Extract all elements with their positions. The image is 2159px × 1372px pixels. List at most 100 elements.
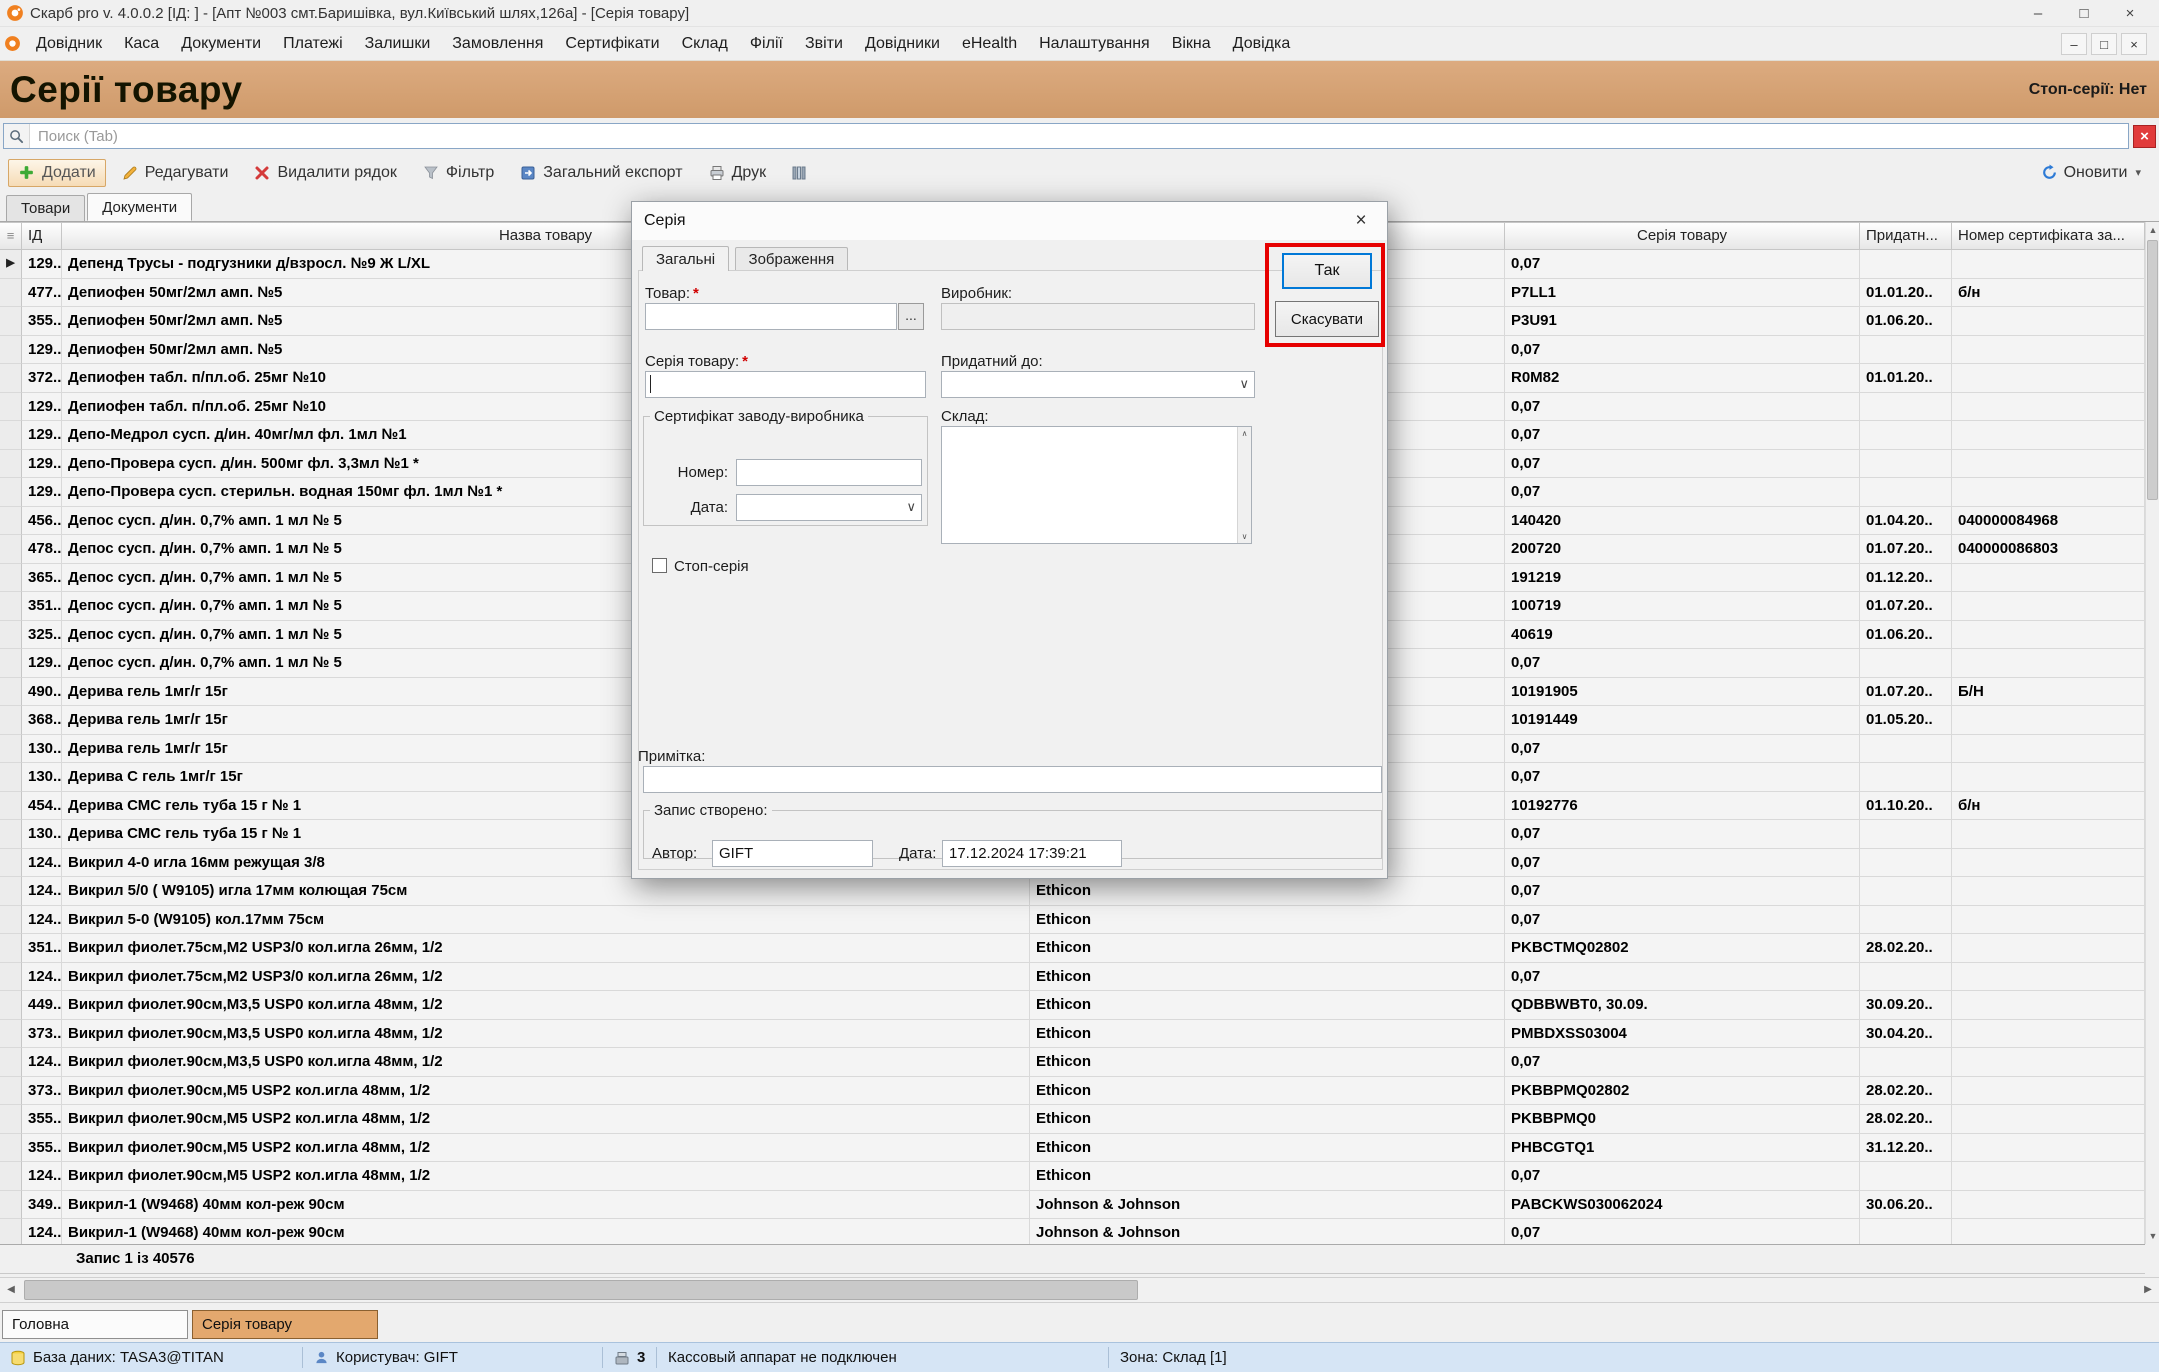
view-tab-0[interactable]: Товари (6, 195, 85, 221)
product-browse-button[interactable]: ... (898, 303, 924, 330)
table-row[interactable]: 355..Викрил фиолет.90см,М5 USP2 кол.игла… (0, 1105, 2145, 1134)
menu-item-2[interactable]: Документи (170, 27, 272, 60)
menu-item-3[interactable]: Платежі (272, 27, 354, 60)
menu-item-6[interactable]: Сертифікати (554, 27, 670, 60)
close-icon[interactable]: × (2107, 5, 2153, 22)
created-group: Запис створено: Автор: Дата: (643, 802, 1382, 859)
cell: 0,07 (1505, 906, 1860, 935)
scroll-up-icon[interactable]: ∧ (1238, 429, 1251, 438)
cell (1952, 1020, 2145, 1049)
vertical-scroll-thumb[interactable] (2147, 240, 2158, 500)
print-button[interactable]: Друк (699, 159, 777, 187)
cell: 477.. (22, 279, 62, 308)
refresh-icon (2041, 164, 2058, 181)
manufacturer-input[interactable] (941, 303, 1255, 330)
scroll-left-icon[interactable]: ◀ (0, 1278, 22, 1302)
column-header-1[interactable]: ІД (22, 223, 62, 249)
ok-button[interactable]: Так (1282, 253, 1372, 289)
mdi-close-icon[interactable]: × (2121, 33, 2147, 55)
scroll-down-icon[interactable]: ∨ (1238, 532, 1251, 541)
column-header-0[interactable]: ≡ (0, 223, 22, 249)
bottom-tab-1[interactable]: Серія товару (192, 1310, 378, 1339)
series-input[interactable] (645, 371, 926, 398)
cell: Ethicon (1030, 1077, 1505, 1106)
menu-item-7[interactable]: Склад (671, 27, 739, 60)
created-date-input[interactable] (942, 840, 1122, 867)
menu-item-10[interactable]: Довідники (854, 27, 951, 60)
column-header-6[interactable]: Номер сертифіката за... (1952, 223, 2145, 249)
menu-item-9[interactable]: Звіти (794, 27, 854, 60)
minimize-icon[interactable]: – (2015, 5, 2061, 22)
cert-number-input[interactable] (736, 459, 922, 486)
edit-button[interactable]: Редагувати (112, 159, 239, 187)
menu-item-12[interactable]: Налаштування (1028, 27, 1161, 60)
status-separator (1108, 1347, 1109, 1368)
table-row[interactable]: 124..Викрил-1 (W9468) 40мм кол-реж 90смJ… (0, 1219, 2145, 1244)
scroll-right-icon[interactable]: ▶ (2137, 1278, 2159, 1302)
add-button[interactable]: Додати (8, 159, 106, 187)
cancel-button[interactable]: Скасувати (1275, 301, 1379, 337)
search-clear-button[interactable]: × (2133, 125, 2156, 148)
horizontal-scrollbar[interactable]: ◀ ▶ (0, 1277, 2159, 1303)
menu-item-11[interactable]: eHealth (951, 27, 1028, 60)
author-input[interactable] (712, 840, 873, 867)
record-count: Запис 1 із 40576 (0, 1244, 2145, 1274)
table-row[interactable]: 124..Викрил фиолет.90см,М5 USP2 кол.игла… (0, 1162, 2145, 1191)
valid-until-select[interactable]: ∨ (941, 371, 1255, 398)
filter-button[interactable]: Фільтр (413, 159, 504, 187)
cell (1952, 592, 2145, 621)
bottom-tab-0[interactable]: Головна (2, 1310, 188, 1339)
table-row[interactable]: 373..Викрил фиолет.90см,М3,5 USP0 кол.иг… (0, 1020, 2145, 1049)
columns-button[interactable] (782, 160, 816, 186)
view-tab-1[interactable]: Документи (87, 193, 192, 221)
note-input[interactable] (643, 766, 1382, 793)
cert-date-select[interactable]: ∨ (736, 494, 922, 521)
maximize-icon[interactable]: □ (2061, 5, 2107, 22)
menu-item-14[interactable]: Довідка (1222, 27, 1302, 60)
export-button[interactable]: Загальний експорт (510, 159, 692, 187)
row-indicator (0, 564, 22, 593)
menu-item-4[interactable]: Залишки (354, 27, 442, 60)
row-indicator (0, 1162, 22, 1191)
table-row[interactable]: 124..Викрил 5-0 (W9105) кол.17мм 75смEth… (0, 906, 2145, 935)
dialog-close-icon[interactable]: × (1347, 210, 1375, 232)
table-row[interactable]: 349..Викрил-1 (W9468) 40мм кол-реж 90смJ… (0, 1191, 2145, 1220)
cell: 01.01.20.. (1860, 279, 1952, 308)
table-row[interactable]: 124..Викрил 5/0 ( W9105) игла 17мм колющ… (0, 877, 2145, 906)
toolbar: ДодатиРедагуватиВидалити рядокФільтрЗага… (0, 154, 2159, 191)
horizontal-scroll-thumb[interactable] (24, 1280, 1138, 1300)
table-row[interactable]: 355..Викрил фиолет.90см,М5 USP2 кол.игла… (0, 1134, 2145, 1163)
stock-textarea[interactable]: ∧ ∨ (941, 426, 1252, 544)
column-header-5[interactable]: Придатн... (1860, 223, 1952, 249)
delete-row-button[interactable]: Видалити рядок (244, 159, 406, 187)
printer-icon (709, 165, 725, 181)
scroll-down-icon[interactable]: ▼ (2146, 1228, 2159, 1244)
menu-item-1[interactable]: Каса (113, 27, 170, 60)
product-input[interactable] (645, 303, 897, 330)
column-header-4[interactable]: Серія товару (1505, 223, 1860, 249)
vertical-scrollbar[interactable]: ▲ ▼ (2145, 222, 2159, 1244)
menu-item-13[interactable]: Вікна (1161, 27, 1222, 60)
export-icon (520, 165, 536, 181)
menu-item-0[interactable]: Довідник (25, 27, 113, 60)
table-row[interactable]: 373..Викрил фиолет.90см,М5 USP2 кол.игла… (0, 1077, 2145, 1106)
search-input[interactable] (30, 128, 2128, 145)
scroll-up-icon[interactable]: ▲ (2146, 222, 2159, 238)
refresh-button[interactable]: Оновити ▾ (2041, 164, 2151, 182)
mdi-minimize-icon[interactable]: – (2061, 33, 2087, 55)
table-row[interactable]: 351..Викрил фиолет.75см,М2 USP3/0 кол.иг… (0, 934, 2145, 963)
stock-scrollbar[interactable]: ∧ ∨ (1237, 427, 1251, 543)
table-row[interactable]: 124..Викрил фиолет.90см,М3,5 USP0 кол.иг… (0, 1048, 2145, 1077)
menu-item-8[interactable]: Філії (739, 27, 794, 60)
table-row[interactable]: 124..Викрил фиолет.75см,М2 USP3/0 кол.иг… (0, 963, 2145, 992)
stop-series-checkbox[interactable] (652, 558, 667, 573)
cell (1952, 1191, 2145, 1220)
search-field (3, 123, 2129, 149)
dialog-tab-images[interactable]: Зображення (735, 247, 849, 271)
menu-item-5[interactable]: Замовлення (441, 27, 554, 60)
mdi-restore-icon[interactable]: □ (2091, 33, 2117, 55)
note-label: Примітка: (638, 748, 705, 765)
cell: 01.04.20.. (1860, 507, 1952, 536)
dialog-tab-general[interactable]: Загальні (642, 246, 729, 271)
table-row[interactable]: 449..Викрил фиолет.90см,М3,5 USP0 кол.иг… (0, 991, 2145, 1020)
